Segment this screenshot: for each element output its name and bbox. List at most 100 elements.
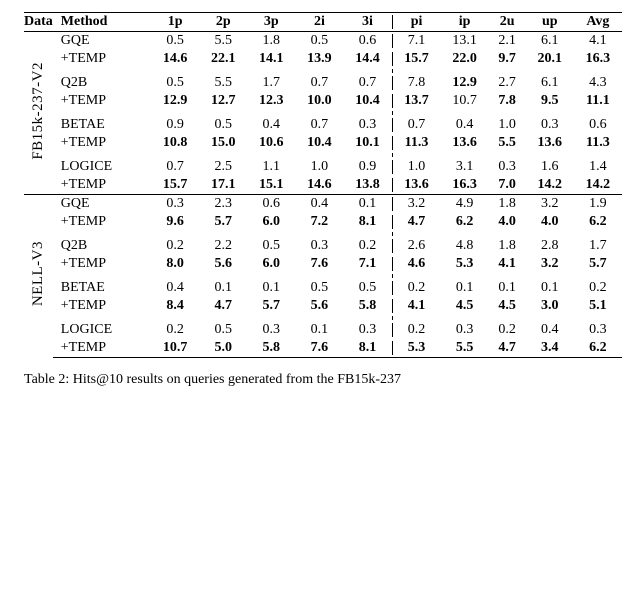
- value-cell: 7.0: [489, 176, 526, 195]
- column-separator: [392, 213, 393, 231]
- table-row: +TEMP10.815.010.610.410.111.313.65.513.6…: [24, 134, 622, 152]
- value-cell: 5.8: [247, 339, 295, 358]
- method-cell: +TEMP: [53, 213, 151, 231]
- value-cell: 12.9: [441, 74, 489, 92]
- table-row: Q2B0.22.20.50.30.22.64.81.82.81.7: [24, 237, 622, 255]
- table-row: Q2B0.55.51.70.70.77.812.92.76.14.3: [24, 74, 622, 92]
- value-cell: 4.9: [441, 195, 489, 214]
- table-row: BETAE0.90.50.40.70.30.70.41.00.30.6: [24, 116, 622, 134]
- value-cell: 4.1: [574, 32, 622, 51]
- value-cell: 4.0: [526, 213, 574, 231]
- value-cell: 12.3: [247, 92, 295, 110]
- table-row: LOGICE0.20.50.30.10.30.20.30.20.40.3: [24, 321, 622, 339]
- value-cell: 7.6: [295, 339, 343, 358]
- value-cell: 0.5: [199, 321, 247, 339]
- column-separator: [392, 158, 393, 176]
- value-cell: 13.9: [295, 50, 343, 68]
- dataset-label: NELL-V3: [24, 195, 53, 358]
- header-col: 3i: [343, 13, 391, 32]
- value-cell: 0.2: [343, 237, 391, 255]
- value-cell: 11.3: [574, 134, 622, 152]
- value-cell: 10.4: [343, 92, 391, 110]
- value-cell: 10.6: [247, 134, 295, 152]
- table-caption: Table 2: Hits@10 results on queries gene…: [24, 372, 622, 388]
- column-separator: [392, 297, 393, 315]
- value-cell: 0.5: [343, 279, 391, 297]
- header-col: up: [526, 13, 574, 32]
- value-cell: 6.2: [574, 339, 622, 358]
- table-row: +TEMP8.44.75.75.65.84.14.54.53.05.1: [24, 297, 622, 315]
- value-cell: 17.1: [199, 176, 247, 195]
- value-cell: 20.1: [526, 50, 574, 68]
- value-cell: 0.5: [151, 32, 199, 51]
- method-cell: BETAE: [53, 116, 151, 134]
- value-cell: 0.2: [489, 321, 526, 339]
- value-cell: 22.0: [441, 50, 489, 68]
- method-cell: GQE: [53, 32, 151, 51]
- value-cell: 14.4: [343, 50, 391, 68]
- value-cell: 3.0: [526, 297, 574, 315]
- value-cell: 4.7: [489, 339, 526, 358]
- value-cell: 1.0: [393, 158, 441, 176]
- value-cell: 0.4: [526, 321, 574, 339]
- value-cell: 0.3: [574, 321, 622, 339]
- value-cell: 1.4: [574, 158, 622, 176]
- method-cell: LOGICE: [53, 158, 151, 176]
- column-separator: [392, 50, 393, 68]
- value-cell: 13.7: [393, 92, 441, 110]
- value-cell: 12.7: [199, 92, 247, 110]
- value-cell: 0.4: [295, 195, 343, 214]
- method-cell: BETAE: [53, 279, 151, 297]
- value-cell: 0.5: [295, 32, 343, 51]
- value-cell: 6.2: [574, 213, 622, 231]
- method-cell: +TEMP: [53, 134, 151, 152]
- value-cell: 7.8: [489, 92, 526, 110]
- header-col: pi: [393, 13, 441, 32]
- value-cell: 0.3: [526, 116, 574, 134]
- value-cell: 13.1: [441, 32, 489, 51]
- value-cell: 5.7: [574, 255, 622, 273]
- value-cell: 1.1: [247, 158, 295, 176]
- table-row: +TEMP12.912.712.310.010.413.710.77.89.51…: [24, 92, 622, 110]
- value-cell: 11.3: [393, 134, 441, 152]
- value-cell: 4.1: [393, 297, 441, 315]
- value-cell: 0.1: [199, 279, 247, 297]
- value-cell: 4.1: [489, 255, 526, 273]
- table-row: +TEMP8.05.66.07.67.14.65.34.13.25.7: [24, 255, 622, 273]
- column-separator: [392, 176, 393, 195]
- dataset-label: FB15k-237-V2: [24, 32, 53, 195]
- method-cell: +TEMP: [53, 297, 151, 315]
- value-cell: 3.2: [393, 195, 441, 214]
- value-cell: 8.1: [343, 339, 391, 358]
- value-cell: 12.9: [151, 92, 199, 110]
- value-cell: 5.5: [441, 339, 489, 358]
- value-cell: 1.9: [574, 195, 622, 214]
- column-separator: [392, 32, 393, 51]
- value-cell: 14.2: [526, 176, 574, 195]
- value-cell: 0.7: [393, 116, 441, 134]
- value-cell: 0.3: [151, 195, 199, 214]
- value-cell: 0.7: [151, 158, 199, 176]
- column-separator: [392, 195, 393, 214]
- value-cell: 0.3: [489, 158, 526, 176]
- method-cell: +TEMP: [53, 176, 151, 195]
- value-cell: 13.6: [393, 176, 441, 195]
- value-cell: 0.9: [151, 116, 199, 134]
- value-cell: 7.6: [295, 255, 343, 273]
- value-cell: 1.8: [247, 32, 295, 51]
- value-cell: 15.7: [393, 50, 441, 68]
- method-cell: +TEMP: [53, 255, 151, 273]
- value-cell: 2.8: [526, 237, 574, 255]
- value-cell: 10.1: [343, 134, 391, 152]
- header-col: 3p: [247, 13, 295, 32]
- value-cell: 3.2: [526, 255, 574, 273]
- value-cell: 4.0: [489, 213, 526, 231]
- value-cell: 6.1: [526, 32, 574, 51]
- header-data: Data: [24, 13, 53, 32]
- method-cell: Q2B: [53, 237, 151, 255]
- value-cell: 1.0: [489, 116, 526, 134]
- table-row: FB15k-237-V2GQE0.55.51.80.50.67.113.12.1…: [24, 32, 622, 51]
- value-cell: 5.5: [199, 32, 247, 51]
- value-cell: 13.6: [526, 134, 574, 152]
- value-cell: 14.2: [574, 176, 622, 195]
